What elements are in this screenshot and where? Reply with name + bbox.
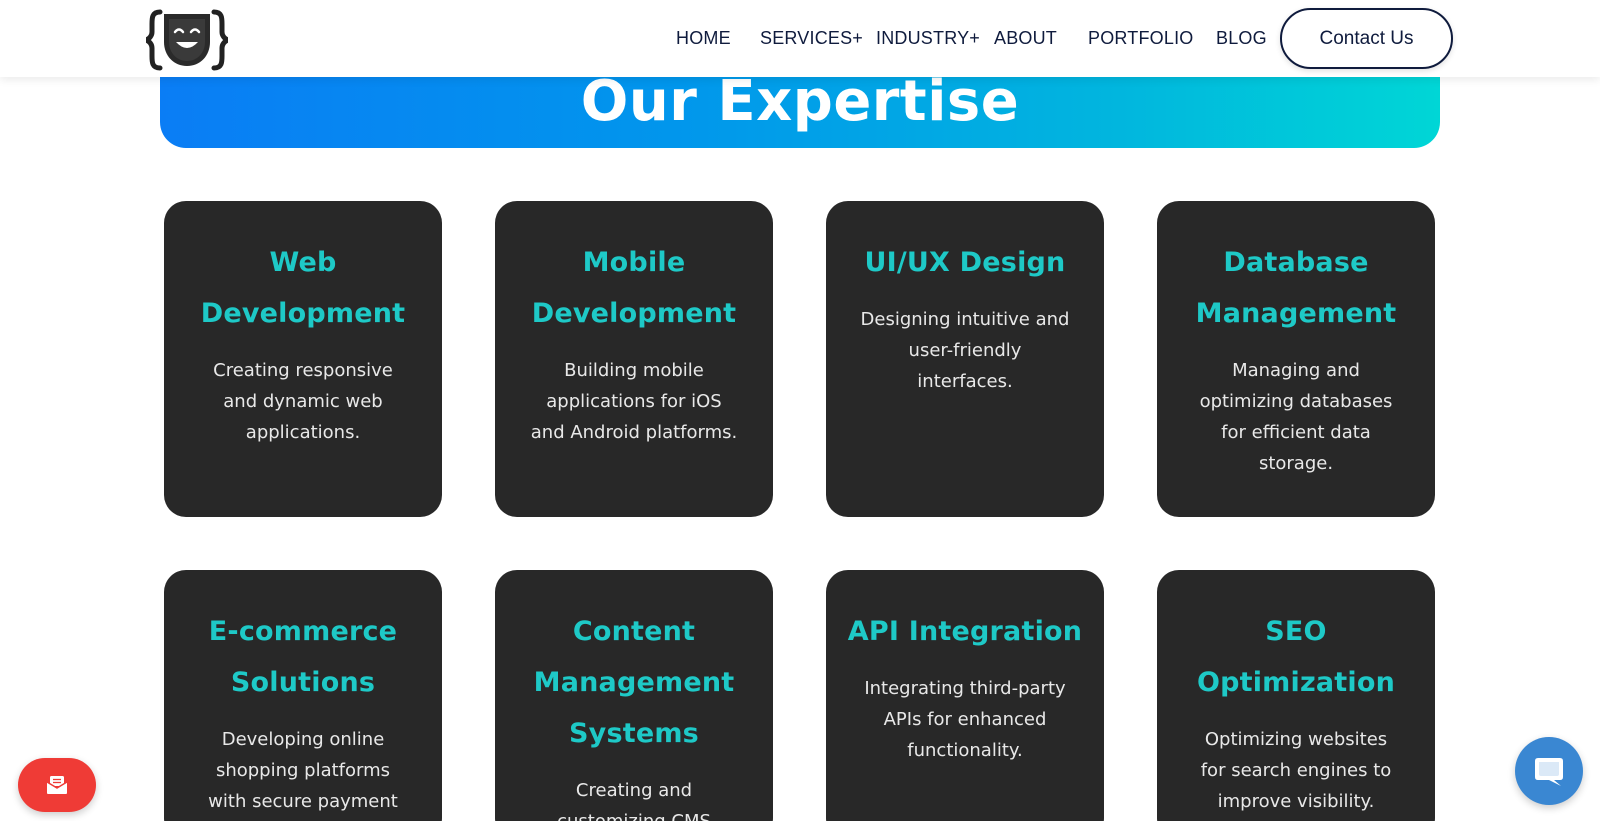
card-mobile-development[interactable]: Mobile Development Building mobile appli… [495,201,773,517]
card-description: Managing and optimizing databases for ef… [1199,360,1393,474]
card-title: UI/UX Design [864,247,1066,278]
nav-blog[interactable]: BLOG [1216,28,1267,49]
contact-us-button[interactable]: Contact Us [1280,8,1453,69]
envelope-icon [46,776,68,794]
nav-industry[interactable]: INDUSTRY+ [876,28,980,49]
card-title: API Integration [847,616,1083,647]
card-description: Integrating third-party APIs for enhance… [864,678,1066,761]
card-description: Optimizing websites for search engines t… [1200,729,1392,812]
card-ui-ux-design[interactable]: UI/UX Design Designing intuitive and use… [826,201,1104,517]
nav-portfolio[interactable]: PORTFOLIO [1088,28,1194,49]
card-web-development[interactable]: Web Development Creating responsive and … [164,201,442,517]
chat-bubble-icon [1535,758,1563,786]
card-content-management-systems[interactable]: Content Management Systems Creating and … [495,570,773,821]
nav-services[interactable]: SERVICES+ [760,28,863,49]
chat-float-button[interactable] [1515,737,1583,805]
nav-about[interactable]: ABOUT [994,28,1057,49]
page: Our Expertise HOME SERVICES+ INDUSTRY+ A… [0,0,1600,821]
card-description: Designing intuitive and user-friendly in… [860,309,1070,392]
card-api-integration[interactable]: API Integration Integrating third-party … [826,570,1104,821]
card-description: Creating responsive and dynamic web appl… [213,360,393,443]
card-title: SEO Optimization [1196,616,1396,698]
card-database-management[interactable]: Database Management Managing and optimiz… [1157,201,1435,517]
card-title: E-commerce Solutions [208,616,398,698]
card-seo-optimization[interactable]: SEO Optimization Optimizing websites for… [1157,570,1435,821]
card-title: Web Development [200,247,406,329]
card-description: Creating and customizing CMS [557,780,711,821]
card-title: Mobile Development [531,247,737,329]
newsletter-float-button[interactable] [18,758,96,812]
card-description: Developing online shopping platforms wit… [208,729,398,812]
card-title: Content Management Systems [533,616,735,749]
card-description: Building mobile applications for iOS and… [530,360,738,443]
nav-home[interactable]: HOME [676,28,731,49]
section-title: Our Expertise [580,69,1020,134]
card-ecommerce-solutions[interactable]: E-commerce Solutions Developing online s… [164,570,442,821]
site-header: HOME SERVICES+ INDUSTRY+ ABOUT PORTFOLIO… [0,0,1600,77]
card-title: Database Management [1195,247,1397,329]
